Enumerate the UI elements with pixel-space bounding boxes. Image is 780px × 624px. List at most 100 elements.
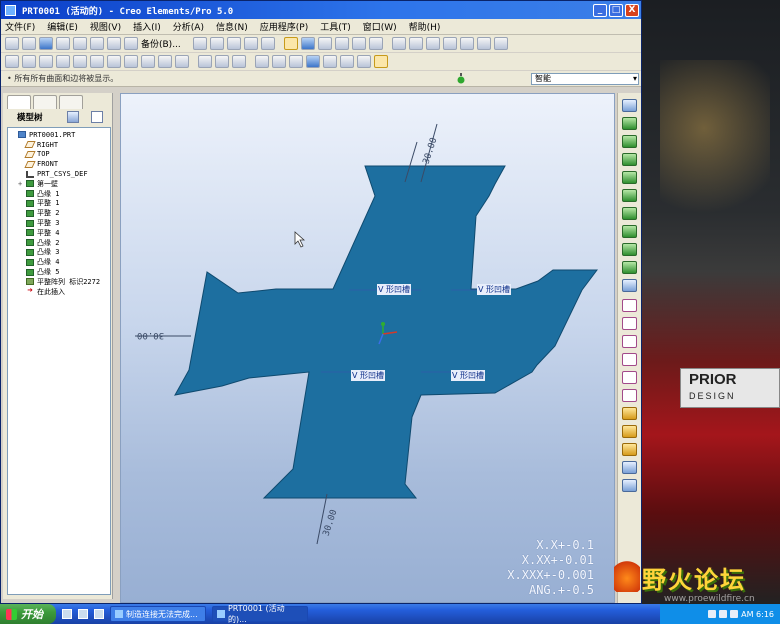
saved-views-icon[interactable] <box>391 37 406 50</box>
menu-help[interactable]: 帮助(H) <box>409 20 441 33</box>
copy-tool-icon[interactable] <box>622 479 637 492</box>
hidden-line-icon[interactable] <box>272 55 286 68</box>
tree-node[interactable]: 平整 4 <box>8 228 110 238</box>
reorient-icon[interactable] <box>368 37 383 50</box>
network-icon[interactable] <box>708 610 717 618</box>
menu-edit[interactable]: 编辑(E) <box>47 20 78 33</box>
quicklaunch-browser-icon[interactable] <box>78 609 88 619</box>
tree-node[interactable]: RIGHT <box>8 140 110 150</box>
backup-icon[interactable] <box>124 37 138 50</box>
wireframe-icon[interactable] <box>255 55 269 68</box>
no-hidden-icon[interactable] <box>289 55 303 68</box>
dimension-label[interactable]: 30.00 <box>137 330 164 340</box>
tab-model-tree[interactable] <box>7 95 31 109</box>
bend-tool-icon[interactable] <box>622 225 637 238</box>
flange-icon[interactable] <box>39 55 53 68</box>
refit-view-icon[interactable] <box>622 99 637 112</box>
redo-icon[interactable] <box>209 37 224 50</box>
select-icon[interactable] <box>283 37 298 50</box>
tree-node[interactable]: ➜ 在此插入 <box>8 287 110 297</box>
datum-curve-tool-icon[interactable] <box>622 335 637 348</box>
tree-node[interactable]: 凸缘 5 <box>8 267 110 277</box>
form-icon[interactable] <box>175 55 189 68</box>
tree-node[interactable]: + 第一壁 <box>8 179 110 189</box>
taskbar-item-active[interactable]: PRT0001 (活动的)... <box>212 604 308 624</box>
point-display-icon[interactable] <box>340 55 354 68</box>
sheetmetal-part[interactable] <box>174 165 598 499</box>
email-icon[interactable] <box>73 37 87 50</box>
undo-icon[interactable] <box>192 37 207 50</box>
tree-node[interactable]: PRT_CSYS_DEF <box>8 169 110 179</box>
graphics-window[interactable]: V 形凹槽 V 形凹槽 V 形凹槽 V 形凹槽 30.00 30.00 30.0… <box>120 93 615 603</box>
security-icon[interactable] <box>730 610 739 618</box>
menu-file[interactable]: 文件(F) <box>5 20 35 33</box>
paste-special-icon[interactable] <box>260 37 275 50</box>
merge-wall-icon[interactable] <box>622 189 637 202</box>
mirror-tool-icon[interactable] <box>622 443 637 456</box>
volume-icon[interactable] <box>719 610 728 618</box>
sheetmetal-icon[interactable] <box>5 55 19 68</box>
tree-node[interactable]: 凸缘 2 <box>8 238 110 248</box>
expand-toggle-icon[interactable]: + <box>18 180 24 188</box>
menu-info[interactable]: 信息(N) <box>216 20 248 33</box>
menu-analysis[interactable]: 分析(A) <box>173 20 204 33</box>
close-window-icon[interactable] <box>90 37 104 50</box>
settings-icon[interactable] <box>67 111 79 123</box>
menu-applications[interactable]: 应用程序(P) <box>260 20 308 33</box>
view-manager-icon[interactable] <box>425 37 440 50</box>
tree-node[interactable]: 平整 2 <box>8 208 110 218</box>
regenerate-icon[interactable] <box>107 37 121 50</box>
datum-point-tool-icon[interactable] <box>622 371 637 384</box>
tree-node[interactable]: 平整 3 <box>8 218 110 228</box>
zoom-in-icon[interactable] <box>317 37 332 50</box>
menu-insert[interactable]: 插入(I) <box>133 20 161 33</box>
bend-back-tool-icon[interactable] <box>622 261 637 274</box>
maximize-button[interactable]: □ <box>609 3 623 17</box>
unbend-icon[interactable] <box>90 55 104 68</box>
unattached-wall-icon[interactable] <box>622 117 637 130</box>
menu-view[interactable]: 视图(V) <box>90 20 121 33</box>
extend-icon[interactable] <box>622 171 637 184</box>
cut-icon[interactable] <box>124 55 138 68</box>
print-icon[interactable] <box>56 37 70 50</box>
clock[interactable]: AM 6:16 <box>741 610 774 619</box>
paste-icon[interactable] <box>243 37 258 50</box>
rip-tool-icon[interactable] <box>622 207 637 220</box>
new-icon[interactable] <box>5 37 19 50</box>
unbend-tool-icon[interactable] <box>622 243 637 256</box>
tab-folder-browser[interactable] <box>33 95 57 109</box>
tree-node[interactable]: FRONT <box>8 159 110 169</box>
quicklaunch-explorer-icon[interactable] <box>94 609 104 619</box>
copy-icon[interactable] <box>226 37 241 50</box>
datum-planes-icon[interactable] <box>442 37 457 50</box>
axis-display-icon[interactable] <box>323 55 337 68</box>
tree-node[interactable]: 凸缘 1 <box>8 189 110 199</box>
shading-icon[interactable] <box>300 37 315 50</box>
taskbar-item[interactable]: 制造连接无法完成... <box>110 606 206 622</box>
close-button[interactable]: X <box>625 3 639 17</box>
tree-node[interactable]: 平整 1 <box>8 199 110 209</box>
flat-pattern-icon[interactable] <box>622 279 637 292</box>
open-icon[interactable] <box>22 37 36 50</box>
analysis-tool-icon[interactable] <box>622 407 637 420</box>
menu-tools[interactable]: 工具(T) <box>320 20 351 33</box>
shaded-icon[interactable] <box>306 55 320 68</box>
punch-icon[interactable] <box>141 55 155 68</box>
sketch-tool-icon[interactable] <box>622 353 637 366</box>
pattern-tool-icon[interactable] <box>622 425 637 438</box>
quicklaunch-desktop-icon[interactable] <box>62 609 72 619</box>
datum-axes-icon[interactable] <box>459 37 474 50</box>
menu-window[interactable]: 窗口(W) <box>363 20 397 33</box>
datum-points-icon[interactable] <box>476 37 491 50</box>
start-button[interactable]: 开始 <box>0 604 56 624</box>
layers-icon[interactable] <box>408 37 423 50</box>
group-tool-icon[interactable] <box>622 461 637 474</box>
annotation-icon[interactable] <box>374 55 388 68</box>
tree-node[interactable]: TOP <box>8 150 110 160</box>
flange-wall-tool-icon[interactable] <box>622 153 637 166</box>
flat-wall-tool-icon[interactable] <box>622 135 637 148</box>
deform-icon[interactable] <box>215 55 229 68</box>
title-bar[interactable]: PRT0001 (活动的) - Creo Elements/Pro 5.0 _ … <box>1 1 641 19</box>
save-icon[interactable] <box>39 37 53 50</box>
csys-tool-icon[interactable] <box>622 389 637 402</box>
